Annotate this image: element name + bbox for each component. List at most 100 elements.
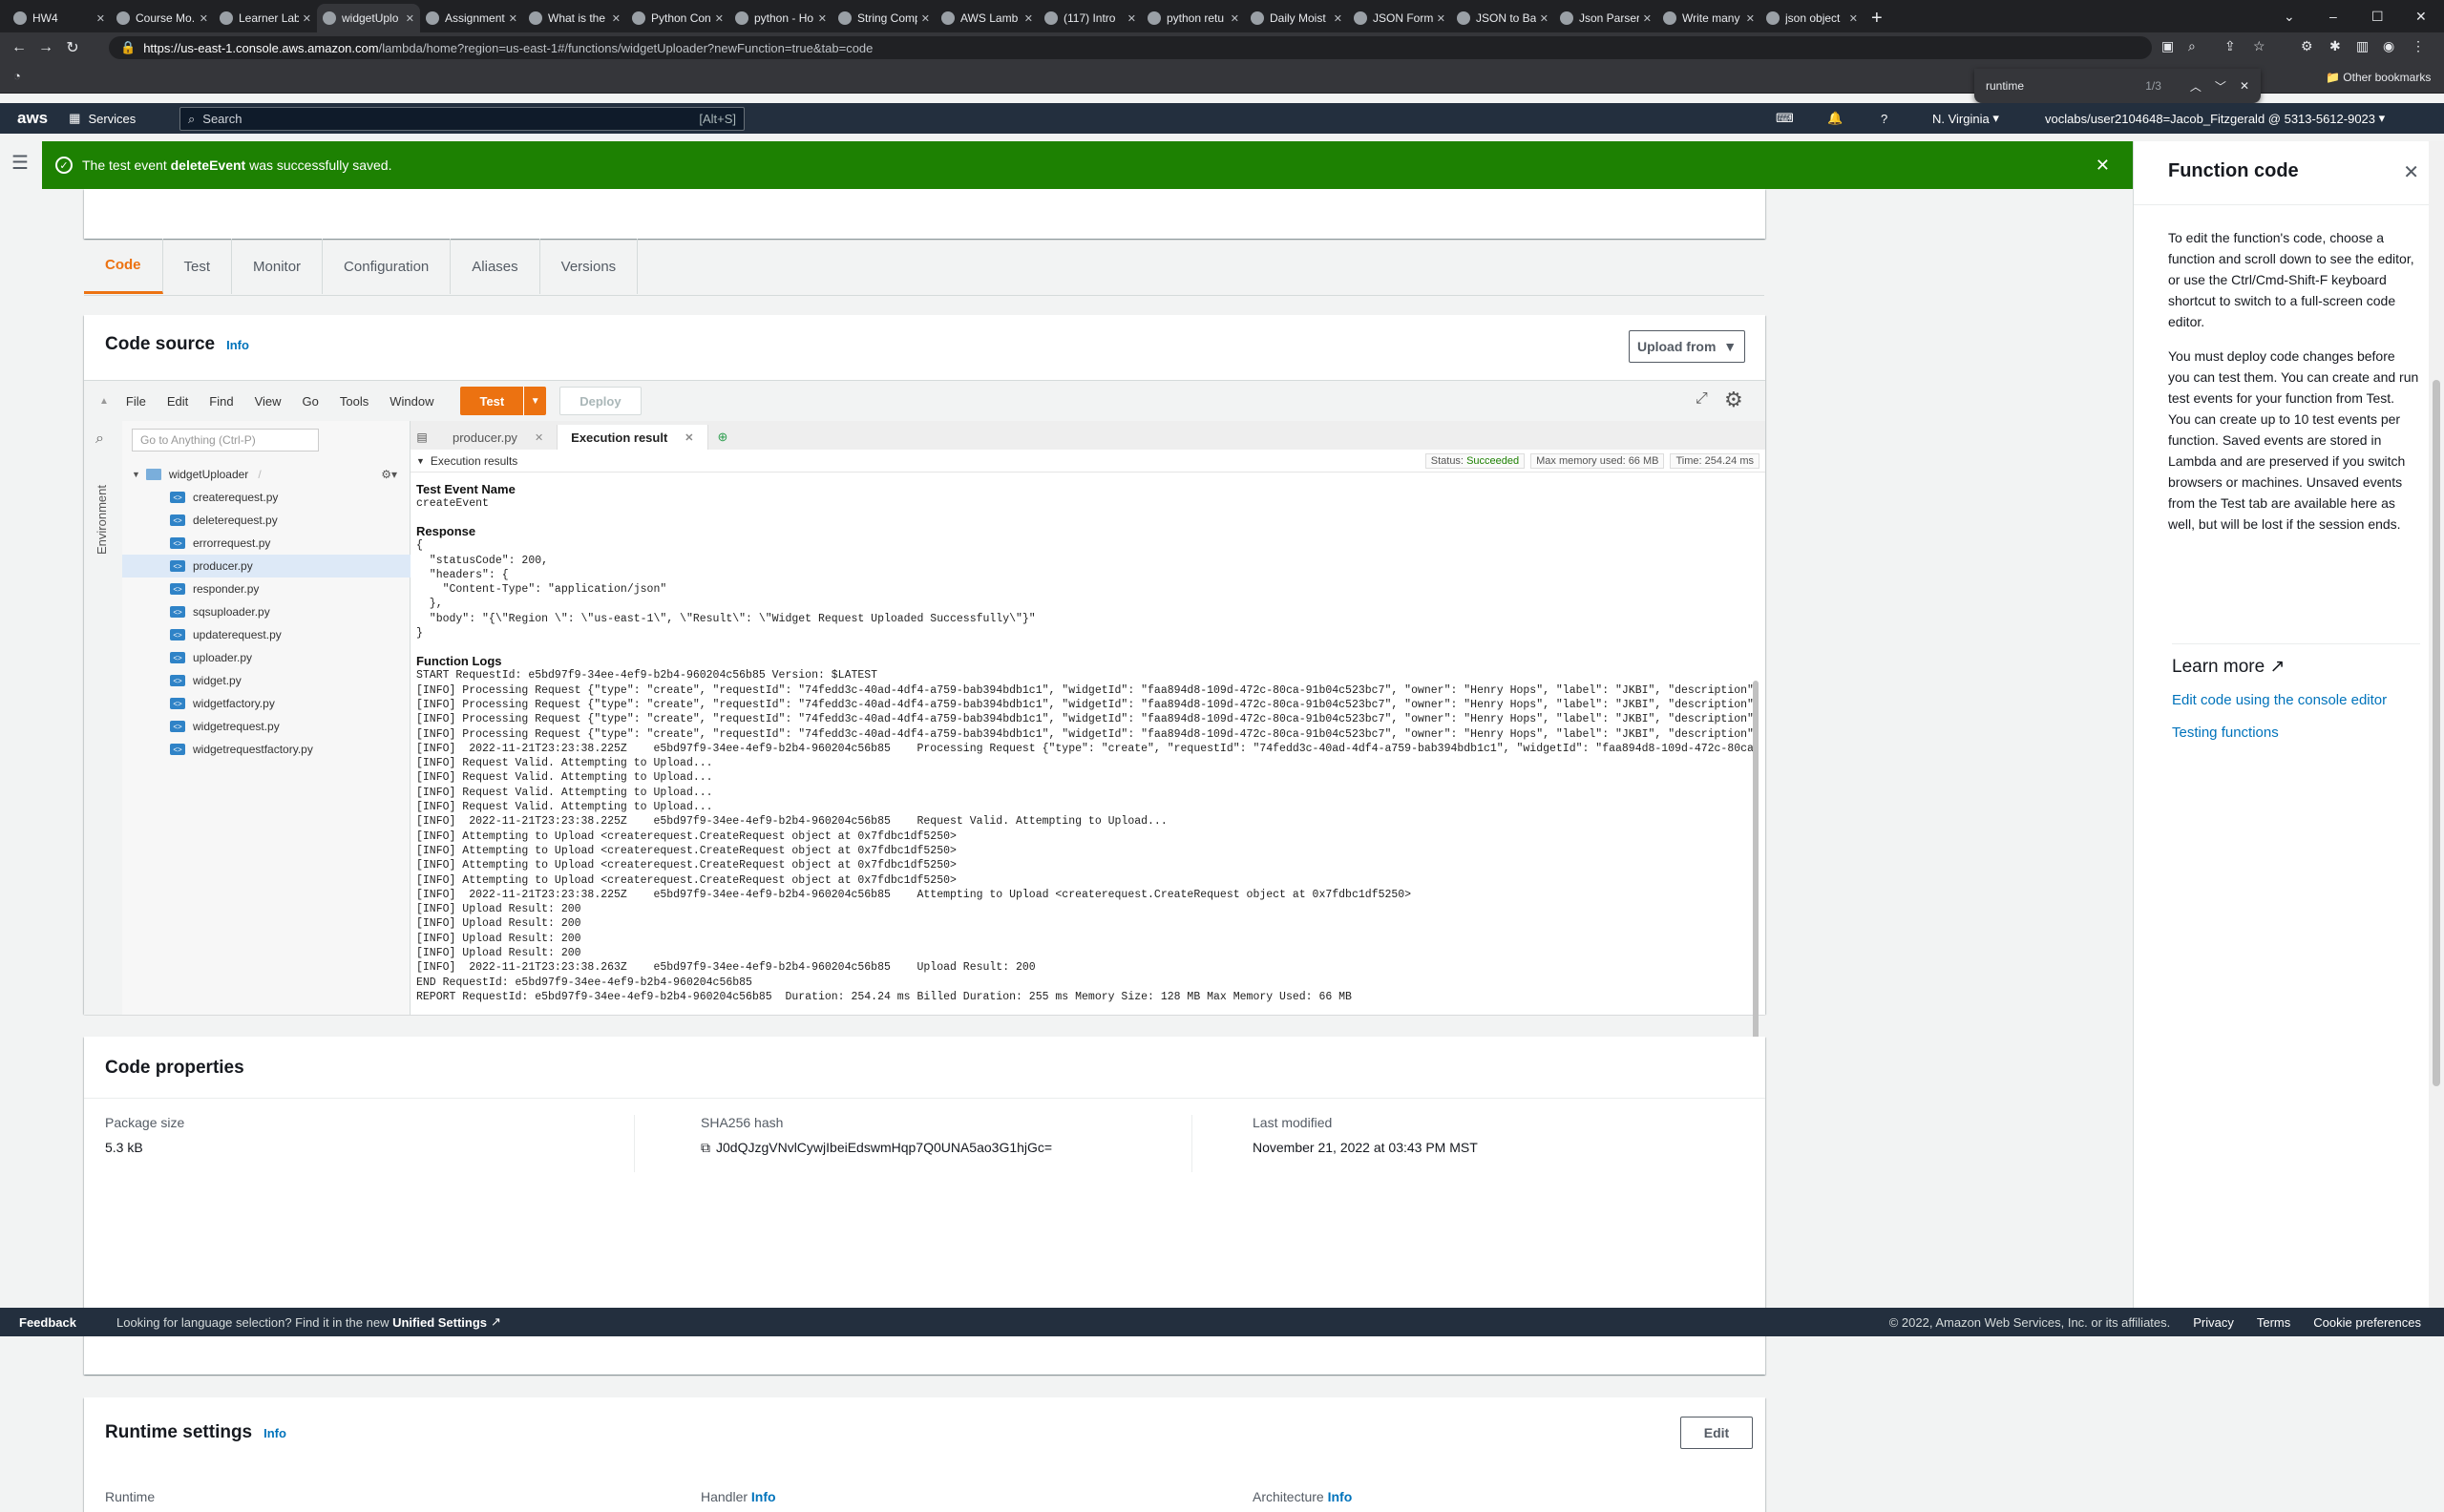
tab-versions[interactable]: Versions xyxy=(540,239,639,294)
ide-menu-file[interactable]: File xyxy=(126,394,146,409)
architecture-info-link[interactable]: Info xyxy=(1328,1489,1353,1504)
aws-search-input[interactable]: ⌕ Search [Alt+S] xyxy=(179,107,745,131)
maximize-button[interactable]: ☐ xyxy=(2371,0,2384,32)
tree-file[interactable]: <> uploader.py xyxy=(122,646,411,669)
tab-configuration[interactable]: Configuration xyxy=(323,239,452,294)
tab-test[interactable]: Test xyxy=(163,239,233,294)
browser-tab[interactable]: AWS Lamb ✕ xyxy=(936,4,1039,32)
tree-file[interactable]: <> deleterequest.py xyxy=(122,509,411,532)
tab-aliases[interactable]: Aliases xyxy=(451,239,540,294)
reload-icon[interactable]: ↻ xyxy=(59,38,86,57)
find-prev-icon[interactable]: ︿ xyxy=(2190,78,2202,94)
browser-tab[interactable]: JSON Form ✕ xyxy=(1348,4,1451,32)
browser-tab[interactable]: Python Con ✕ xyxy=(626,4,729,32)
browser-tab[interactable]: HW4 ✕ xyxy=(8,4,111,32)
flash-close-icon[interactable]: ✕ xyxy=(2096,156,2110,176)
sidepanel-icon[interactable]: ▥ xyxy=(2356,38,2369,54)
help-close-icon[interactable]: ✕ xyxy=(2403,160,2419,184)
add-tab-icon[interactable]: ⊕ xyxy=(718,425,728,450)
services-button[interactable]: ▦ Services xyxy=(69,111,136,126)
browser-tab[interactable]: Json Parser ✕ xyxy=(1554,4,1657,32)
browser-tab[interactable]: (117) Intro ✕ xyxy=(1039,4,1142,32)
close-window-button[interactable]: ✕ xyxy=(2415,0,2427,32)
page-scrollbar[interactable] xyxy=(2429,141,2444,1308)
runtime-info-link[interactable]: Info xyxy=(263,1426,286,1440)
environment-tab[interactable]: Environment xyxy=(95,485,109,555)
puzzle-icon[interactable]: ✱ xyxy=(2329,38,2341,54)
close-tab-icon[interactable]: ✕ xyxy=(1746,12,1755,25)
url-field[interactable]: 🔒 https://us-east-1.console.aws.amazon.c… xyxy=(109,36,2152,59)
close-tab-icon[interactable]: ✕ xyxy=(1540,12,1549,25)
close-tab-icon[interactable]: ✕ xyxy=(96,12,105,25)
unified-settings-link[interactable]: Unified Settings xyxy=(392,1315,487,1330)
ide-menu-find[interactable]: Find xyxy=(209,394,233,409)
deploy-button[interactable]: Deploy xyxy=(559,387,642,415)
bookmark-star-icon[interactable]: ☆ xyxy=(2253,38,2265,54)
close-tab-icon[interactable]: ✕ xyxy=(1024,12,1033,25)
browser-tab[interactable]: widgetUplo ✕ xyxy=(317,4,420,32)
aws-logo[interactable]: aws xyxy=(17,109,48,128)
search-files-icon[interactable]: ⌕ xyxy=(95,430,104,448)
browser-tab[interactable]: JSON to Ba ✕ xyxy=(1451,4,1554,32)
ide-menu-view[interactable]: View xyxy=(255,394,282,409)
close-tab-icon[interactable]: ✕ xyxy=(406,12,414,25)
settings-gear-icon[interactable]: ⚙ xyxy=(1724,388,1743,412)
upload-from-button[interactable]: Upload from ▼ xyxy=(1629,330,1745,363)
tree-file[interactable]: <> errorrequest.py xyxy=(122,532,411,555)
new-tab-button[interactable]: + xyxy=(1871,4,1883,32)
browser-tab[interactable]: Learner Lab ✕ xyxy=(214,4,317,32)
zoom-icon[interactable]: ⌕ xyxy=(2188,38,2196,54)
tabs-menu-icon[interactable]: ▤ xyxy=(411,425,433,450)
account-menu[interactable]: voclabs/user2104648=Jacob_Fitzgerald @ 5… xyxy=(2045,103,2385,134)
tab-close-icon[interactable]: ✕ xyxy=(535,431,543,444)
help-icon[interactable]: ? xyxy=(1881,103,1887,134)
forward-icon[interactable]: → xyxy=(32,39,59,56)
find-close-icon[interactable]: ✕ xyxy=(2240,79,2249,93)
fullscreen-icon[interactable]: ⤢ xyxy=(1696,390,1708,408)
editor-tab-execution-result[interactable]: Execution result ✕ xyxy=(558,425,708,450)
tree-file[interactable]: <> updaterequest.py xyxy=(122,623,411,646)
ide-menu-go[interactable]: Go xyxy=(303,394,319,409)
privacy-link[interactable]: Privacy xyxy=(2193,1315,2234,1330)
notifications-icon[interactable]: 🔔 xyxy=(1827,103,1843,134)
tree-file[interactable]: <> sqsuploader.py xyxy=(122,600,411,623)
tree-file[interactable]: <> createrequest.py xyxy=(122,486,411,509)
browser-tab[interactable]: What is the ✕ xyxy=(523,4,626,32)
test-split-button[interactable]: Test ▼ xyxy=(460,387,547,415)
tree-file[interactable]: <> widgetrequestfactory.py xyxy=(122,738,411,761)
close-tab-icon[interactable]: ✕ xyxy=(303,12,311,25)
bookmark-app-icon[interactable]: ◔ xyxy=(13,69,21,83)
browser-tab[interactable]: Daily Moist ✕ xyxy=(1245,4,1348,32)
find-input[interactable]: runtime xyxy=(1986,79,2145,93)
close-tab-icon[interactable]: ✕ xyxy=(1231,12,1239,25)
tree-folder[interactable]: ▼ widgetUploader / ⚙▾ xyxy=(122,463,411,486)
browser-tab[interactable]: String Comp ✕ xyxy=(832,4,936,32)
minimize-button[interactable]: – xyxy=(2329,0,2337,32)
help-link-edit-code[interactable]: Edit code using the console editor xyxy=(2172,689,2420,712)
folder-gear-icon[interactable]: ⚙▾ xyxy=(381,468,397,481)
close-tab-icon[interactable]: ✕ xyxy=(612,12,621,25)
help-link-testing[interactable]: Testing functions xyxy=(2172,722,2420,745)
close-tab-icon[interactable]: ✕ xyxy=(921,12,930,25)
share-icon[interactable]: ⇪ xyxy=(2224,38,2236,54)
close-tab-icon[interactable]: ✕ xyxy=(1127,12,1136,25)
profile-icon[interactable]: ◉ xyxy=(2383,38,2394,54)
tree-file[interactable]: <> widgetrequest.py xyxy=(122,715,411,738)
tree-file[interactable]: <> widget.py xyxy=(122,669,411,692)
close-tab-icon[interactable]: ✕ xyxy=(1437,12,1445,25)
other-bookmarks[interactable]: 📁 Other bookmarks xyxy=(2326,71,2431,84)
edit-runtime-button[interactable]: Edit xyxy=(1680,1417,1753,1449)
browser-tab[interactable]: Write many ✕ xyxy=(1657,4,1760,32)
tree-file[interactable]: <> responder.py xyxy=(122,578,411,600)
close-tab-icon[interactable]: ✕ xyxy=(1643,12,1652,25)
feedback-link[interactable]: Feedback xyxy=(19,1315,76,1330)
goto-anything-input[interactable]: Go to Anything (Ctrl-P) xyxy=(132,429,319,452)
test-button[interactable]: Test xyxy=(460,387,524,415)
page-scrollbar-thumb[interactable] xyxy=(2433,380,2440,1086)
code-source-info-link[interactable]: Info xyxy=(226,338,249,352)
cookie-preferences-link[interactable]: Cookie preferences xyxy=(2313,1315,2421,1330)
ide-menu-tools[interactable]: Tools xyxy=(340,394,369,409)
browser-tab[interactable]: Course Mo... ✕ xyxy=(111,4,214,32)
tab-search-icon[interactable]: ⌄ xyxy=(2284,0,2295,32)
install-icon[interactable]: ▣ xyxy=(2161,38,2174,54)
